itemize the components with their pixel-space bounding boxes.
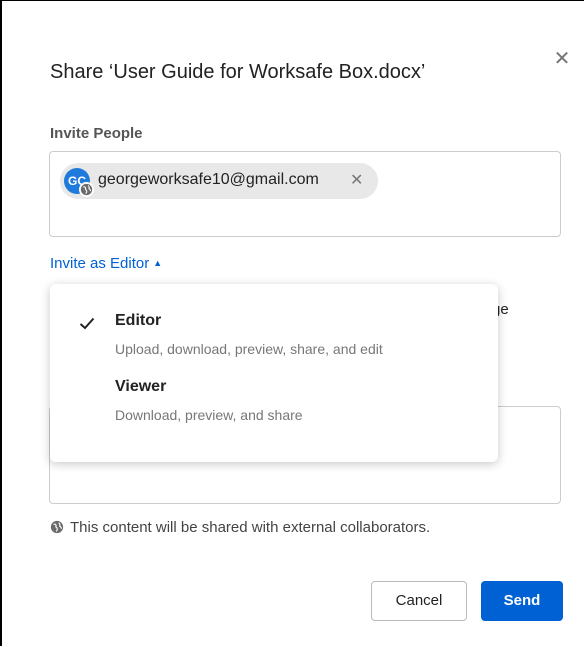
cancel-button[interactable]: Cancel: [371, 581, 467, 621]
globe-icon: [79, 182, 94, 197]
invite-role-dropdown-toggle[interactable]: Invite as Editor ▲: [50, 255, 162, 272]
send-button[interactable]: Send: [481, 581, 563, 621]
window-frame: Share ‘User Guide for Worksafe Box.docx’…: [0, 0, 584, 647]
close-icon[interactable]: ✕: [550, 47, 574, 71]
role-option-label: Viewer: [115, 378, 167, 395]
role-option-viewer[interactable]: Viewer Download, preview, and share: [50, 376, 498, 436]
dialog-title: Share ‘User Guide for Worksafe Box.docx’: [50, 61, 426, 83]
invite-as-label: Invite as Editor: [50, 255, 150, 272]
globe-icon: [50, 520, 64, 534]
recipient-pill: GC georgeworksafe10@gmail.com ✕: [60, 163, 378, 199]
role-option-description: Download, preview, and share: [115, 407, 303, 423]
remove-recipient-icon[interactable]: ✕: [350, 170, 363, 190]
role-dropdown-menu: Editor Upload, download, preview, share,…: [50, 284, 498, 462]
role-option-description: Upload, download, preview, share, and ed…: [115, 341, 383, 357]
external-note-text: This content will be shared with externa…: [70, 519, 431, 536]
invite-people-input[interactable]: GC georgeworksafe10@gmail.com ✕: [49, 151, 561, 237]
external-collaborators-note: This content will be shared with externa…: [50, 519, 430, 536]
invite-people-label: Invite People: [50, 125, 143, 142]
checkmark-icon: [79, 317, 95, 330]
role-option-label: Editor: [115, 312, 162, 329]
recipient-email: georgeworksafe10@gmail.com: [98, 171, 319, 188]
share-dialog: Share ‘User Guide for Worksafe Box.docx’…: [12, 9, 584, 647]
role-option-editor[interactable]: Editor Upload, download, preview, share,…: [50, 310, 498, 370]
caret-up-icon: ▲: [153, 258, 163, 268]
